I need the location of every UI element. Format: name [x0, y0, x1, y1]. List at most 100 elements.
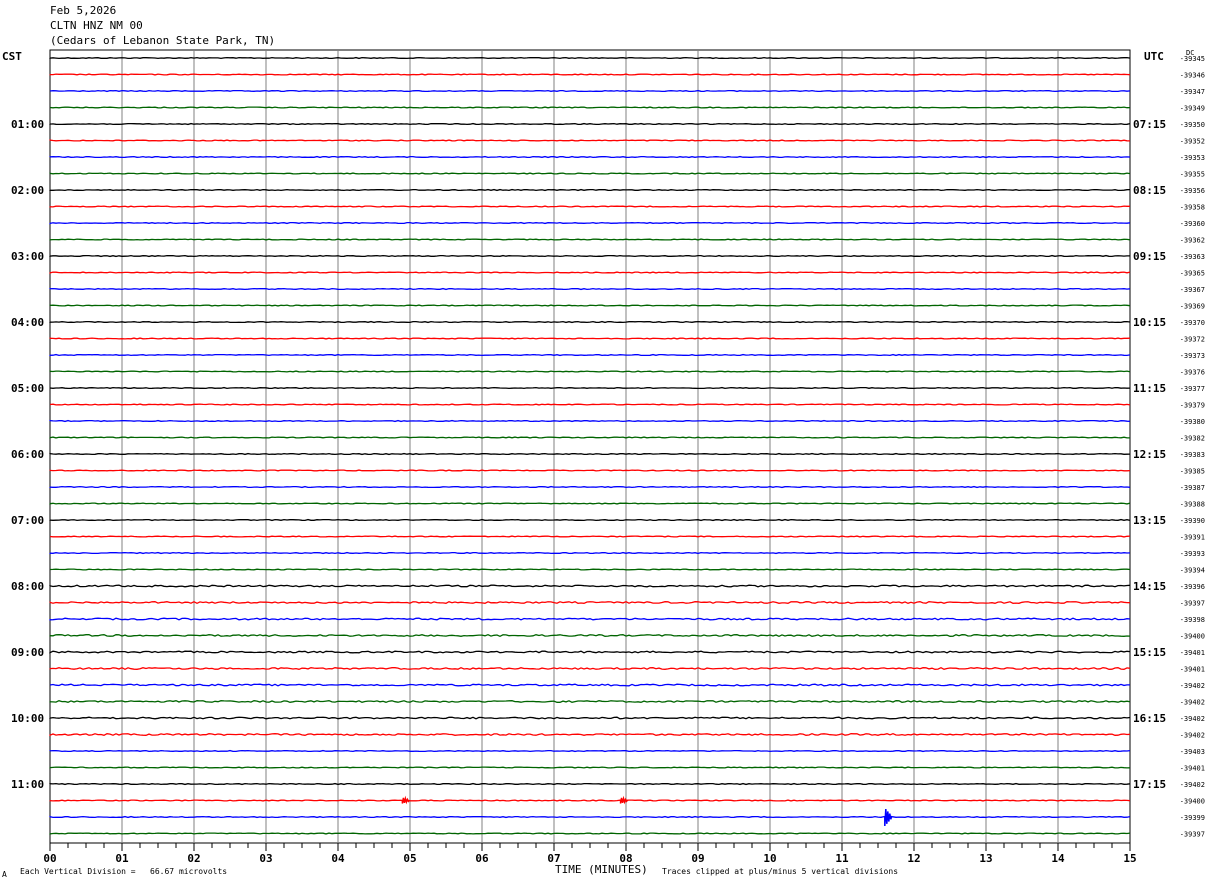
- left-hour-label: 02:00: [11, 184, 44, 197]
- x-tick-label: 12: [907, 852, 920, 865]
- x-tick-label: 14: [1051, 852, 1065, 865]
- dc-offset-label: -39402: [1180, 699, 1205, 707]
- seismic-trace: [49, 419, 1131, 423]
- right-hour-label: 12:15: [1133, 448, 1166, 461]
- x-tick-label: 03: [259, 852, 272, 865]
- dc-offset-label: -39349: [1180, 105, 1205, 113]
- seismic-trace: [49, 584, 1131, 588]
- left-hour-label: 07:00: [11, 514, 44, 527]
- seismic-trace: [49, 815, 1131, 819]
- seismic-trace: [49, 155, 1131, 159]
- seismic-trace: [49, 452, 1131, 456]
- seismic-trace: [49, 485, 1131, 489]
- seismic-trace: [49, 221, 1131, 225]
- dc-offset-label: -39369: [1180, 303, 1205, 311]
- dc-offset-label: -39365: [1180, 270, 1205, 278]
- seismic-trace: [49, 320, 1131, 324]
- dc-offset-label: -39396: [1180, 583, 1205, 591]
- right-hour-label: 09:15: [1133, 250, 1166, 263]
- seismic-trace: [49, 337, 1131, 340]
- dc-offset-label: -39379: [1180, 402, 1205, 410]
- dc-offset-label: -39391: [1180, 534, 1205, 542]
- seismogram-plot: -39345-39346-39347-39349-39350-39352-393…: [11, 49, 1205, 865]
- footer-mark: A: [2, 870, 7, 879]
- dc-offset-label: -39401: [1180, 765, 1205, 773]
- dc-offset-label: -39402: [1180, 732, 1205, 740]
- dc-offset-label: -39401: [1180, 666, 1205, 674]
- seismic-trace: [49, 518, 1131, 522]
- x-tick-label: 11: [835, 852, 849, 865]
- seismic-trace: [49, 353, 1131, 357]
- dc-offset-label: -39399: [1180, 814, 1205, 822]
- header-station: CLTN HNZ NM 00: [50, 19, 143, 32]
- seismic-trace: [49, 733, 1131, 737]
- seismic-trace: [49, 650, 1131, 654]
- dc-offset-label: -39402: [1180, 781, 1205, 789]
- dc-offset-label: -39380: [1180, 418, 1205, 426]
- seismic-trace: [49, 122, 1131, 126]
- x-tick-label: 06: [475, 852, 489, 865]
- seismic-event: [401, 795, 410, 805]
- right-hour-label: 13:15: [1133, 514, 1166, 527]
- seismic-trace: [49, 386, 1131, 390]
- dc-offset-label: -39360: [1180, 220, 1205, 228]
- dc-offset-label: -39382: [1180, 435, 1205, 443]
- x-axis-title: TIME (MINUTES): [555, 863, 648, 876]
- seismic-trace: [49, 633, 1131, 638]
- x-tick-label: 04: [331, 852, 345, 865]
- left-hour-label: 10:00: [11, 712, 44, 725]
- dc-offset-label: -39397: [1180, 600, 1205, 608]
- seismic-trace: [49, 73, 1131, 76]
- left-hour-label: 01:00: [11, 118, 44, 131]
- clip-note: Traces clipped at plus/minus 5 vertical …: [662, 867, 899, 876]
- dc-offset-label: -39397: [1180, 831, 1205, 839]
- seismic-trace: [49, 716, 1131, 720]
- seismic-trace: [49, 469, 1131, 472]
- x-tick-label: 05: [403, 852, 416, 865]
- left-timezone-label: CST: [2, 50, 22, 63]
- seismic-trace: [49, 172, 1131, 175]
- dc-offset-label: -39385: [1180, 468, 1205, 476]
- dc-offset-label: -39370: [1180, 319, 1205, 327]
- dc-offset-label: -39383: [1180, 451, 1205, 459]
- seismic-trace: [49, 56, 1131, 60]
- seismic-trace: [49, 617, 1131, 621]
- seismic-trace: [49, 271, 1131, 274]
- right-hour-label: 17:15: [1133, 778, 1166, 791]
- seismic-trace: [49, 304, 1131, 307]
- right-hour-label: 14:15: [1133, 580, 1166, 593]
- left-hour-label: 04:00: [11, 316, 44, 329]
- left-hour-label: 06:00: [11, 448, 44, 461]
- seismic-trace: [49, 139, 1131, 142]
- x-tick-label: 00: [43, 852, 56, 865]
- seismic-event: [619, 795, 629, 805]
- header-date: Feb 5,2026: [50, 4, 117, 17]
- seismic-trace: [49, 403, 1131, 406]
- seismic-trace: [49, 782, 1131, 786]
- right-hour-label: 11:15: [1133, 382, 1166, 395]
- seismic-event: [884, 809, 893, 827]
- seismic-trace: [49, 766, 1131, 769]
- right-hour-label: 07:15: [1133, 118, 1166, 131]
- right-timezone-label: UTC: [1144, 50, 1164, 63]
- dc-offset-label: -39352: [1180, 138, 1205, 146]
- dc-offset-label: -39390: [1180, 517, 1205, 525]
- seismic-trace: [49, 106, 1131, 109]
- dc-offset-label: -39356: [1180, 187, 1205, 195]
- seismic-trace: [49, 205, 1130, 208]
- dc-offset-label: -39400: [1180, 798, 1205, 806]
- dc-offset-label: -39350: [1180, 121, 1205, 129]
- dc-offset-label: -39347: [1180, 88, 1205, 96]
- dc-offset-label: -39400: [1180, 633, 1205, 641]
- seismic-trace: [49, 666, 1131, 671]
- dc-offset-label: -39346: [1180, 72, 1205, 80]
- dc-offset-label: -39401: [1180, 649, 1205, 657]
- left-hour-label: 08:00: [11, 580, 44, 593]
- seismic-trace: [49, 436, 1130, 439]
- dc-offset-label: -39398: [1180, 616, 1205, 624]
- dc-offset-label: -39372: [1180, 336, 1205, 344]
- seismic-trace: [49, 683, 1130, 687]
- seismic-trace: [49, 799, 1131, 802]
- x-tick-label: 13: [979, 852, 992, 865]
- x-tick-label: 10: [763, 852, 776, 865]
